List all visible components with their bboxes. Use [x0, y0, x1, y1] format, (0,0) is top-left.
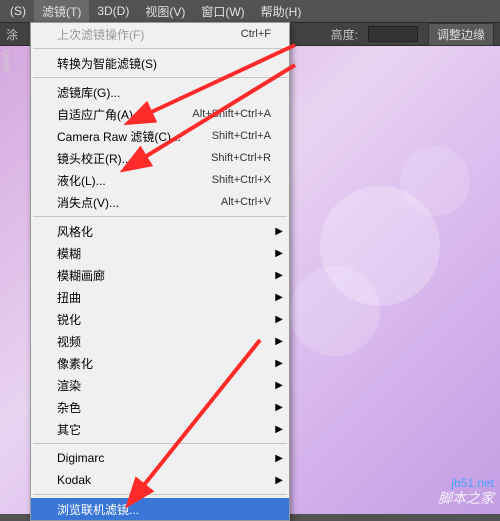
- menu-adaptive-wide-angle[interactable]: 自适应广角(A)... Alt+Shift+Ctrl+A: [31, 103, 289, 125]
- submenu-arrow-icon: ▶: [275, 314, 283, 325]
- menu-separator: [33, 48, 287, 49]
- menu-item-label: 自适应广角(A)...: [57, 106, 143, 123]
- submenu-arrow-icon: ▶: [275, 226, 283, 237]
- menu-filter-gallery[interactable]: 滤镜库(G)...: [31, 81, 289, 103]
- menu-pixelate[interactable]: 像素化 ▶: [31, 352, 289, 374]
- menu-separator: [33, 443, 287, 444]
- menu-item-label: 其它: [57, 421, 81, 438]
- menubar: (S) 滤镜(T) 3D(D) 视图(V) 窗口(W) 帮助(H): [0, 0, 500, 22]
- menubar-item-window[interactable]: 窗口(W): [193, 0, 252, 23]
- menubar-item-3d[interactable]: 3D(D): [89, 1, 137, 21]
- menu-vanishing-point[interactable]: 消失点(V)... Alt+Ctrl+V: [31, 191, 289, 213]
- menu-distort[interactable]: 扭曲 ▶: [31, 286, 289, 308]
- menu-item-label: 视频: [57, 333, 81, 350]
- menu-item-label: 模糊画廊: [57, 267, 105, 284]
- submenu-arrow-icon: ▶: [275, 336, 283, 347]
- menu-item-shortcut: Ctrl+F: [241, 28, 271, 40]
- menu-lens-correction[interactable]: 镜头校正(R)... Shift+Ctrl+R: [31, 147, 289, 169]
- menu-browse-online-filters[interactable]: 浏览联机滤镜...: [31, 498, 289, 520]
- menu-kodak[interactable]: Kodak ▶: [31, 469, 289, 491]
- menu-item-label: 杂色: [57, 399, 81, 416]
- menu-item-shortcut: Alt+Ctrl+V: [221, 196, 271, 208]
- menu-item-label: Kodak: [57, 473, 91, 487]
- submenu-arrow-icon: ▶: [275, 402, 283, 413]
- menu-separator: [33, 77, 287, 78]
- filter-menu: 上次滤镜操作(F) Ctrl+F 转换为智能滤镜(S) 滤镜库(G)... 自适…: [30, 22, 290, 521]
- submenu-arrow-icon: ▶: [275, 453, 283, 464]
- watermark-text: 脚本之家: [438, 488, 494, 508]
- menu-item-shortcut: Shift+Ctrl+X: [212, 174, 271, 186]
- submenu-arrow-icon: ▶: [275, 270, 283, 281]
- height-label: 高度:: [331, 26, 358, 43]
- refine-edge-button[interactable]: 调整边缘: [428, 23, 494, 46]
- menu-item-label: 风格化: [57, 223, 93, 240]
- menu-item-label: 像素化: [57, 355, 93, 372]
- menu-item-label: 扭曲: [57, 289, 81, 306]
- menu-blur-gallery[interactable]: 模糊画廊 ▶: [31, 264, 289, 286]
- menu-convert-smart[interactable]: 转换为智能滤镜(S): [31, 52, 289, 74]
- menu-item-label: 滤镜库(G)...: [57, 84, 120, 101]
- menu-item-label: 模糊: [57, 245, 81, 262]
- submenu-arrow-icon: ▶: [275, 475, 283, 486]
- menubar-item-view[interactable]: 视图(V): [137, 0, 193, 23]
- menu-video[interactable]: 视频 ▶: [31, 330, 289, 352]
- menu-blur[interactable]: 模糊 ▶: [31, 242, 289, 264]
- menu-item-shortcut: Alt+Shift+Ctrl+A: [192, 108, 271, 120]
- menu-item-label: 渲染: [57, 377, 81, 394]
- menu-liquify[interactable]: 液化(L)... Shift+Ctrl+X: [31, 169, 289, 191]
- menu-item-label: 锐化: [57, 311, 81, 328]
- menu-item-label: Camera Raw 滤镜(C)...: [57, 128, 181, 145]
- submenu-arrow-icon: ▶: [275, 380, 283, 391]
- menubar-item-help[interactable]: 帮助(H): [253, 0, 310, 23]
- menubar-item-filter[interactable]: 滤镜(T): [34, 0, 89, 23]
- menu-separator: [33, 216, 287, 217]
- height-input[interactable]: [368, 26, 418, 42]
- menu-item-label: 上次滤镜操作(F): [57, 26, 144, 43]
- menu-noise[interactable]: 杂色 ▶: [31, 396, 289, 418]
- erase-icon: 涂: [4, 26, 20, 42]
- submenu-arrow-icon: ▶: [275, 248, 283, 259]
- menu-item-label: 液化(L)...: [57, 172, 106, 189]
- menu-camera-raw[interactable]: Camera Raw 滤镜(C)... Shift+Ctrl+A: [31, 125, 289, 147]
- menu-digimarc[interactable]: Digimarc ▶: [31, 447, 289, 469]
- menu-item-shortcut: Shift+Ctrl+A: [212, 130, 271, 142]
- submenu-arrow-icon: ▶: [275, 292, 283, 303]
- submenu-arrow-icon: ▶: [275, 424, 283, 435]
- menu-render[interactable]: 渲染 ▶: [31, 374, 289, 396]
- menu-sharpen[interactable]: 锐化 ▶: [31, 308, 289, 330]
- menu-separator: [33, 494, 287, 495]
- menu-item-label: 转换为智能滤镜(S): [57, 55, 157, 72]
- menu-stylize[interactable]: 风格化 ▶: [31, 220, 289, 242]
- menu-item-shortcut: Shift+Ctrl+R: [211, 152, 271, 164]
- menu-last-filter: 上次滤镜操作(F) Ctrl+F: [31, 23, 289, 45]
- menubar-item-s[interactable]: (S): [2, 1, 34, 21]
- menu-item-label: 消失点(V)...: [57, 194, 119, 211]
- menu-item-label: 浏览联机滤镜...: [57, 501, 139, 518]
- panel-strip: ower: [0, 46, 30, 74]
- menu-other[interactable]: 其它 ▶: [31, 418, 289, 440]
- menu-item-label: Digimarc: [57, 451, 104, 465]
- menu-item-label: 镜头校正(R)...: [57, 150, 132, 167]
- submenu-arrow-icon: ▶: [275, 358, 283, 369]
